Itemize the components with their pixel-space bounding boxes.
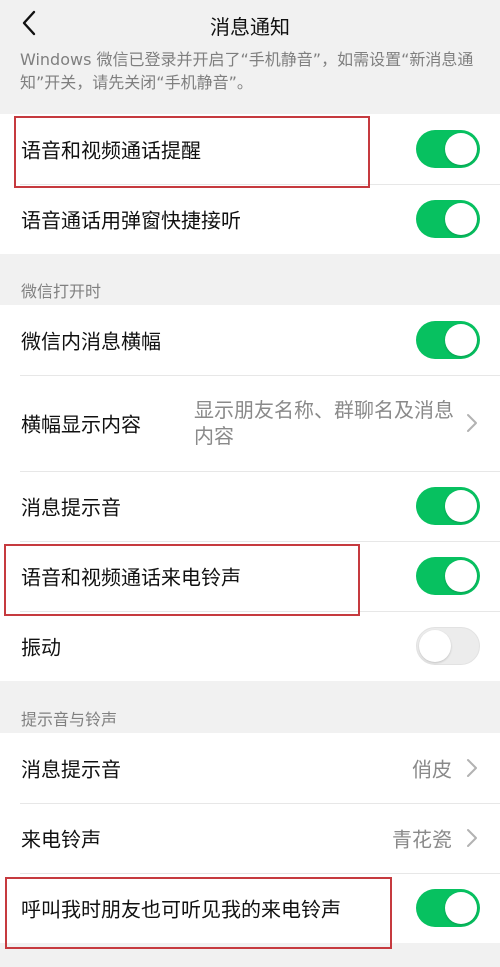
call-reminder-row[interactable]: 语音和视频通话提醒 [0, 114, 500, 184]
message-tone-row[interactable]: 消息提示音 俏皮 [0, 733, 500, 803]
banner-content-label: 横幅显示内容 [21, 412, 141, 437]
toggle-knob [445, 203, 477, 235]
wechat-open-group: 微信内消息横幅 横幅显示内容 显示朋友名称、群聊名及消息内容 消息提示音 语音和… [0, 305, 500, 681]
ringtone-value: 青花瓷 [392, 827, 452, 852]
mute-notice: Windows 微信已登录并开启了“手机静音”，如需设置“新消息通知”开关，请先… [20, 50, 474, 92]
toggle-knob [419, 629, 451, 662]
popup-quick-answer-row[interactable]: 语音通话用弹窗快捷接听 [0, 184, 500, 254]
popup-quick-answer-label: 语音通话用弹窗快捷接听 [21, 208, 241, 233]
chevron-right-icon [467, 759, 477, 777]
in-app-banner-label: 微信内消息横幅 [21, 329, 161, 354]
call-ringtone-toggle[interactable] [416, 557, 480, 595]
in-app-banner-row[interactable]: 微信内消息横幅 [0, 305, 500, 375]
in-app-banner-toggle[interactable] [416, 321, 480, 359]
chevron-right-icon [467, 829, 477, 847]
message-sound-label: 消息提示音 [21, 495, 121, 520]
section-label-sounds: 提示音与铃声 [21, 710, 118, 729]
ringtone-label: 来电铃声 [21, 827, 101, 852]
message-tone-label: 消息提示音 [21, 757, 121, 782]
toggle-knob [445, 490, 477, 522]
vibration-toggle[interactable] [416, 627, 480, 665]
ringtone-row[interactable]: 来电铃声 青花瓷 [0, 803, 500, 873]
popup-quick-answer-toggle[interactable] [416, 200, 480, 238]
call-ringtone-row[interactable]: 语音和视频通话来电铃声 [0, 541, 500, 611]
message-sound-row[interactable]: 消息提示音 [0, 471, 500, 541]
section-label-wechat-open: 微信打开时 [21, 282, 102, 301]
sounds-group: 消息提示音 俏皮 来电铃声 青花瓷 呼叫我时朋友也可听见我的来电铃声 [0, 733, 500, 943]
call-reminder-label: 语音和视频通话提醒 [21, 138, 201, 163]
toggle-knob [445, 133, 477, 165]
toggle-knob [445, 892, 477, 924]
message-tone-value: 俏皮 [412, 757, 452, 782]
vibration-row[interactable]: 振动 [0, 611, 500, 681]
call-reminder-group: 语音和视频通话提醒 语音通话用弹窗快捷接听 [0, 114, 500, 254]
banner-content-row[interactable]: 横幅显示内容 显示朋友名称、群聊名及消息内容 [0, 375, 500, 471]
call-reminder-toggle[interactable] [416, 130, 480, 168]
call-ringtone-label: 语音和视频通话来电铃声 [21, 565, 241, 590]
chevron-right-icon [467, 414, 477, 432]
share-ringtone-label: 呼叫我时朋友也可听见我的来电铃声 [21, 897, 341, 922]
share-ringtone-toggle[interactable] [416, 889, 480, 927]
message-sound-toggle[interactable] [416, 487, 480, 525]
navigation-bar: 消息通知 [0, 0, 500, 48]
toggle-knob [445, 324, 477, 356]
vibration-label: 振动 [21, 635, 61, 660]
banner-content-value: 显示朋友名称、群聊名及消息内容 [194, 398, 454, 448]
share-ringtone-row[interactable]: 呼叫我时朋友也可听见我的来电铃声 [0, 873, 500, 943]
page-title: 消息通知 [210, 15, 290, 39]
toggle-knob [445, 560, 477, 592]
